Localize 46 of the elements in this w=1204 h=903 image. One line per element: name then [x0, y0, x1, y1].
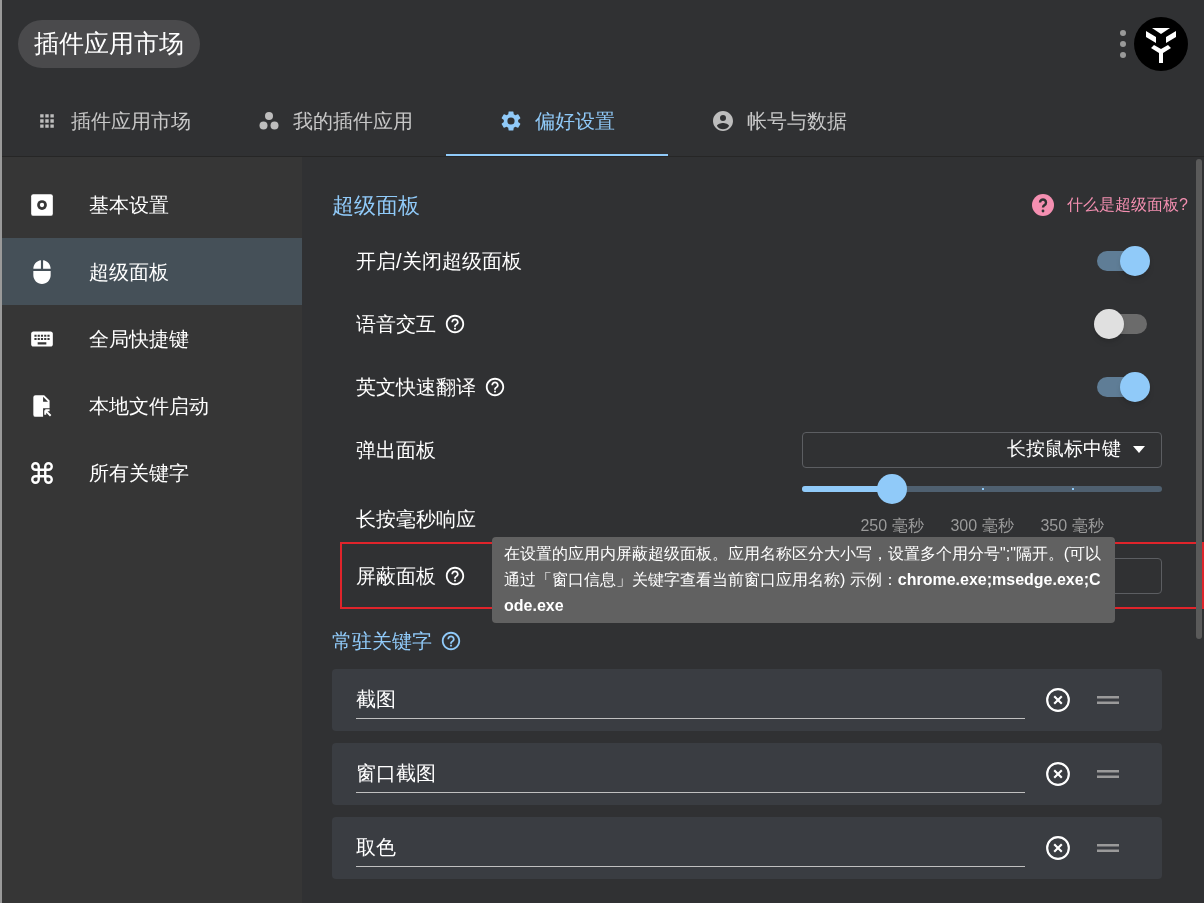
slider[interactable]	[802, 474, 1162, 504]
tooltip: 在设置的应用内屏蔽超级面板。应用名称区分大小写，设置多个用分号";"隔开。(可以通过「窗口信息」关键字查看当前窗口应用名称) 示例：chrome.exe;msedge.exe;Code.exe	[492, 537, 1115, 623]
setting-label: 语音交互	[356, 311, 436, 337]
sidebar-item[interactable]: 全局快捷键	[2, 305, 302, 372]
setting-label: 英文快速翻译	[356, 374, 476, 400]
clear-icon[interactable]	[1045, 687, 1071, 713]
command-icon	[29, 459, 55, 486]
caret-icon	[1133, 446, 1145, 453]
drag-handle-icon[interactable]	[1097, 844, 1119, 852]
more-icon[interactable]	[1120, 29, 1126, 59]
help-icon	[1031, 193, 1056, 217]
slider-mark-label: 350 毫秒	[1040, 516, 1104, 536]
slider-mark-label: 250 毫秒	[860, 516, 924, 536]
dropdown-select[interactable]: 长按鼠标中键	[802, 431, 1162, 468]
help-link[interactable]: 什么是超级面板?	[1031, 193, 1188, 217]
clear-icon[interactable]	[1045, 761, 1071, 787]
clear-icon[interactable]	[1045, 835, 1071, 861]
drag-handle-icon[interactable]	[1097, 696, 1119, 704]
drag-handle-icon[interactable]	[1097, 770, 1119, 778]
setting-label: 弹出面板	[356, 437, 436, 463]
help-icon[interactable]	[444, 564, 466, 587]
tab[interactable]: 我的插件应用	[224, 88, 446, 156]
tab[interactable]: 帐号与数据	[668, 88, 890, 156]
help-icon[interactable]	[440, 630, 462, 652]
setting-label: 开启/关闭超级面板	[356, 248, 522, 274]
keyword-field[interactable]: 截图	[356, 681, 1025, 719]
help-icon[interactable]	[444, 312, 466, 335]
help-icon[interactable]	[484, 375, 506, 398]
setting-label: 长按毫秒响应	[356, 507, 476, 532]
header-title: 插件应用市场	[18, 20, 200, 68]
keyword-field[interactable]: 窗口截图	[356, 755, 1025, 793]
section-title: 常驻关键字	[332, 629, 432, 654]
slider-mark-label: 300 毫秒	[950, 516, 1014, 536]
tab[interactable]: 插件应用市场	[2, 88, 224, 156]
slider-thumb[interactable]	[877, 474, 907, 504]
keyword-field[interactable]: 取色	[356, 829, 1025, 867]
section-title: 超级面板	[332, 191, 420, 220]
logo-icon	[1134, 17, 1188, 71]
sidebar-item[interactable]: 本地文件启动	[2, 372, 302, 439]
sidebar-item[interactable]: 所有关键字	[2, 439, 302, 506]
setting-label: 屏蔽面板	[356, 563, 436, 589]
scrollbar[interactable]	[1196, 159, 1202, 639]
sidebar-item[interactable]: 基本设置	[2, 171, 302, 238]
tab[interactable]: 偏好设置	[446, 88, 668, 156]
account-icon	[711, 109, 735, 133]
sidebar-item[interactable]: 超级面板	[2, 238, 302, 305]
